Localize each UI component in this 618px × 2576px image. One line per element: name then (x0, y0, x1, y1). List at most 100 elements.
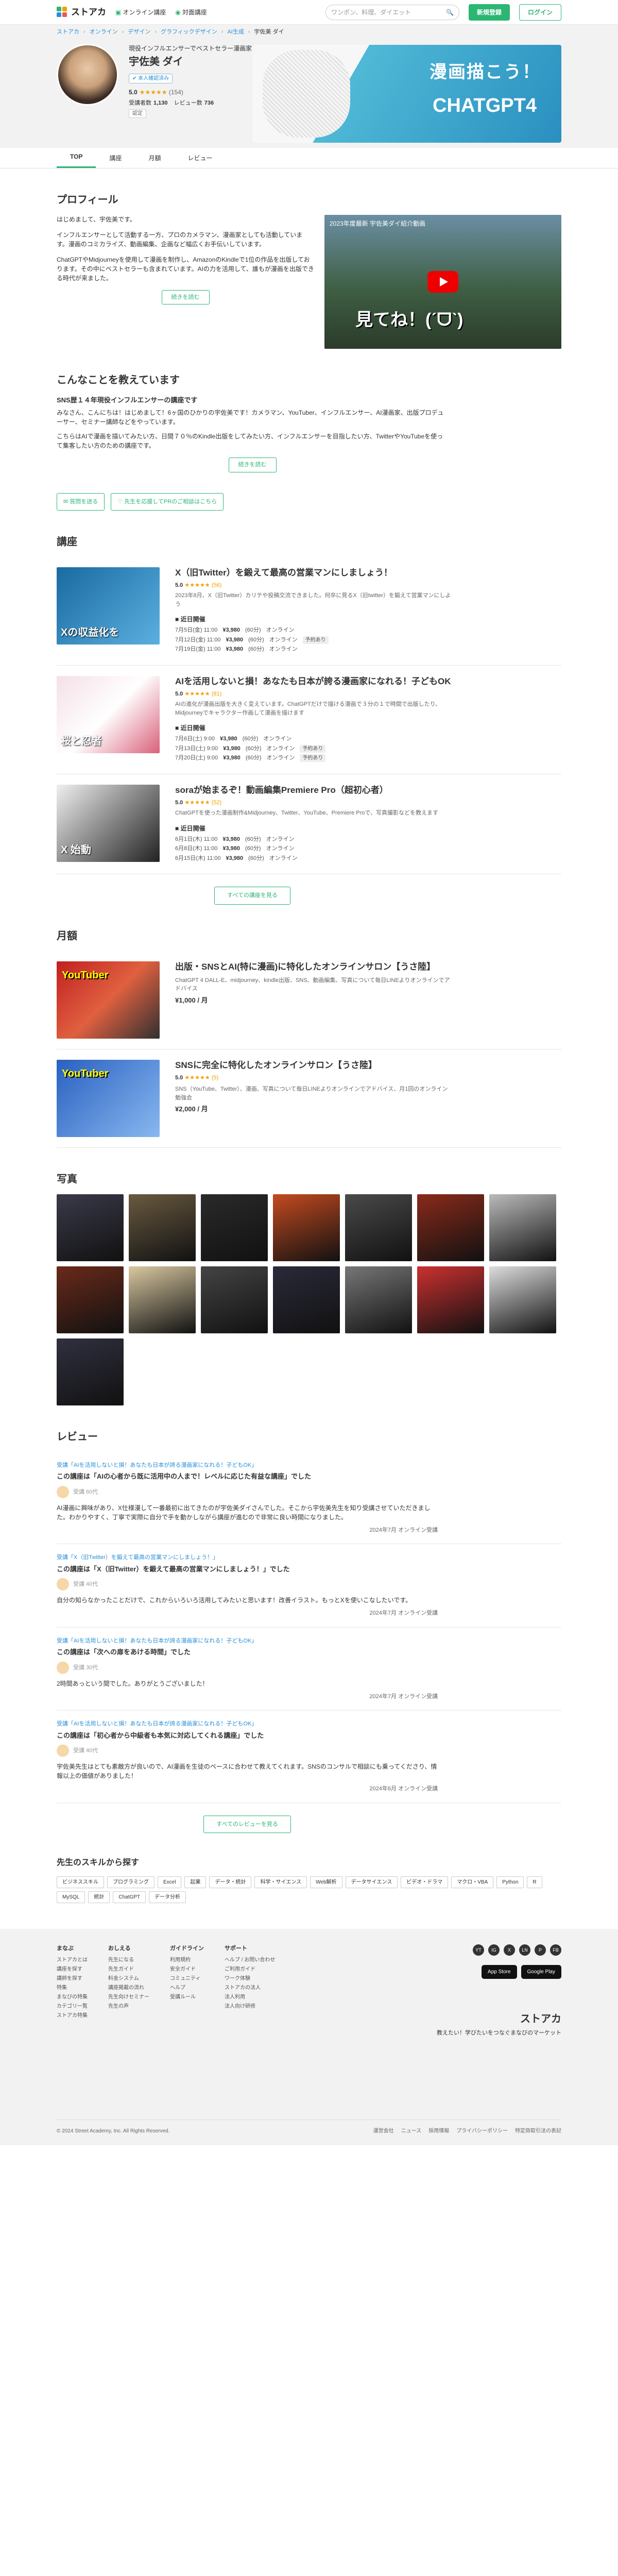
footer-link[interactable]: カテゴリ一覧 (57, 2003, 88, 2010)
social-icon[interactable]: FB (550, 1944, 561, 1956)
gallery-photo[interactable] (417, 1194, 484, 1261)
gallery-photo[interactable] (273, 1194, 340, 1261)
gallery-photo[interactable] (129, 1266, 196, 1333)
teach-more-button[interactable]: 続きを読む (228, 457, 277, 472)
gallery-photo[interactable] (57, 1194, 124, 1261)
review-course-link[interactable]: 受講「AIを活用しないと損！あなたも日本が誇る漫画家になれる！子どもOK」 (57, 1461, 561, 1470)
footer-bottom-link[interactable]: 特定商取引法の表記 (515, 2127, 561, 2135)
footer-link[interactable]: 先生の声 (108, 2003, 149, 2010)
course-card[interactable]: X 始動 soraが始まるぞ！動画編集Premiere Pro（超初心者） 5.0 … (57, 774, 561, 875)
social-icon[interactable]: X (504, 1944, 515, 1956)
skill-tag[interactable]: ChatGPT (113, 1891, 146, 1904)
footer-bottom-link[interactable]: ニュース (401, 2127, 422, 2135)
all-reviews-button[interactable]: すべてのレビューを見る (203, 1815, 291, 1834)
monthly-card[interactable]: YouTuber 出版・SNSとAI(特に漫画)に特化したオンラインサロン【うさ陸… (57, 951, 561, 1049)
signup-button[interactable]: 新規登録 (468, 4, 510, 21)
gallery-photo[interactable] (201, 1266, 268, 1333)
skill-tag[interactable]: Web解析 (310, 1876, 342, 1889)
skill-tag[interactable]: 科学・サイエンス (254, 1876, 307, 1889)
skill-tag[interactable]: Excel (158, 1876, 182, 1889)
search-icon[interactable]: 🔍 (446, 8, 454, 17)
course-card[interactable]: 桜と忍者 AIを活用しないと損！あなたも日本が誇る漫画家になれる！子どもOK 5.0… (57, 666, 561, 774)
skill-tag[interactable]: マクロ・VBA (451, 1876, 494, 1889)
support-teacher-button[interactable]: ♡ 先生を応援してPRのご相談はこちら (111, 493, 224, 511)
skill-tag[interactable]: 起業 (184, 1876, 207, 1889)
gallery-photo[interactable] (345, 1194, 412, 1261)
schedule-row[interactable]: 7月12日(金) 11:00 ¥3,980 (60分) オンライン 予約あり (175, 636, 556, 645)
ask-question-button[interactable]: ✉ 質問を送る (57, 493, 105, 511)
monthly-title[interactable]: 出版・SNSとAI(特に漫画)に特化したオンラインサロン【うさ陸】 (175, 961, 453, 973)
footer-link[interactable]: ご利用ガイド (225, 1965, 275, 1973)
gallery-photo[interactable] (417, 1266, 484, 1333)
skill-tag[interactable]: ビジネススキル (57, 1876, 104, 1889)
footer-bottom-link[interactable]: プライバシーポリシー (456, 2127, 508, 2135)
nav-offline[interactable]: ◉ 対面講座 (175, 8, 207, 17)
gallery-photo[interactable] (273, 1266, 340, 1333)
footer-link[interactable]: 法人利用 (225, 1993, 275, 2001)
social-icon[interactable]: IG (488, 1944, 500, 1956)
footer-link[interactable]: ヘルプ / お問い合わせ (225, 1956, 275, 1964)
tab-top[interactable]: TOP (57, 152, 96, 168)
gallery-photo[interactable] (489, 1266, 556, 1333)
footer-bottom-link[interactable]: 採用情報 (428, 2127, 449, 2135)
skill-tag[interactable]: R (527, 1876, 542, 1889)
promo-banner[interactable]: 漫画描こう！ CHATGPT4 (252, 44, 561, 143)
google-play-badge[interactable]: Google Play (521, 1965, 561, 1979)
gallery-photo[interactable] (57, 1266, 124, 1333)
footer-bottom-link[interactable]: 運営会社 (373, 2127, 394, 2135)
search-input[interactable]: ワンポン、料理、ダイエット 🔍 (325, 4, 459, 20)
footer-link[interactable]: ワーク体験 (225, 1975, 275, 1982)
breadcrumb-item[interactable]: グラフィックデザイン (161, 28, 217, 37)
schedule-row[interactable]: 7月5日(金) 11:00 ¥3,980 (60分) オンライン (175, 626, 556, 635)
review-course-link[interactable]: 受講「X（旧Twitter）を鍛えて最高の営業マンにしましょう！」 (57, 1553, 561, 1562)
footer-link[interactable]: 先生向けセミナー (108, 1993, 149, 2001)
schedule-row[interactable]: 7月13日(土) 9:00 ¥3,980 (60分) オンライン 予約あり (175, 744, 556, 753)
skill-tag[interactable]: MySQL (57, 1891, 85, 1904)
course-title[interactable]: X（旧Twitter）を鍛えて最高の営業マンにしましょう！ (175, 567, 453, 579)
nav-online[interactable]: ▣ オンライン講座 (115, 8, 166, 17)
footer-link[interactable]: まなびの特集 (57, 1993, 88, 2001)
course-title[interactable]: soraが始まるぞ！動画編集Premiere Pro（超初心者） (175, 785, 453, 796)
schedule-row[interactable]: 7月19日(金) 11:00 ¥3,980 (60分) オンライン (175, 645, 556, 654)
schedule-row[interactable]: 6月1日(木) 11:00 ¥3,980 (60分) オンライン (175, 835, 556, 844)
footer-link[interactable]: 講座掲載の流れ (108, 1984, 149, 1992)
gallery-photo[interactable] (489, 1194, 556, 1261)
footer-link[interactable]: 講師を探す (57, 1975, 88, 1982)
play-icon[interactable] (427, 270, 458, 293)
review-course-link[interactable]: 受講「AIを活用しないと損！あなたも日本が誇る漫画家になれる！子どもOK」 (57, 1720, 561, 1728)
monthly-card[interactable]: YouTuber SNSに完全に特化したオンラインサロン【うさ陸】 5.0 ★★★★… (57, 1049, 561, 1148)
monthly-title[interactable]: SNSに完全に特化したオンラインサロン【うさ陸】 (175, 1060, 453, 1072)
site-logo[interactable]: ストアカ (57, 6, 106, 19)
tab-courses[interactable]: 講座 (96, 154, 135, 168)
footer-link[interactable]: 利用規約 (170, 1956, 204, 1964)
footer-link[interactable]: 法人向け研修 (225, 2003, 275, 2010)
breadcrumb-item[interactable]: ストアカ (57, 28, 79, 37)
social-icon[interactable]: LN (519, 1944, 530, 1956)
intro-video[interactable]: 2023年度最新 宇佐美ダイ紹介動画 見てね！(ˊᗜˋ) (324, 214, 561, 349)
breadcrumb-item[interactable]: オンライン (90, 28, 118, 37)
footer-link[interactable]: 先生ガイド (108, 1965, 149, 1973)
social-icon[interactable]: P (535, 1944, 546, 1956)
app-store-badge[interactable]: App Store (482, 1965, 517, 1979)
footer-link[interactable]: ストアカとは (57, 1956, 88, 1964)
gallery-photo[interactable] (57, 1338, 124, 1405)
schedule-row[interactable]: 7月6日(土) 9:00 ¥3,980 (60分) オンライン (175, 735, 556, 743)
skill-tag[interactable]: Python (496, 1876, 524, 1889)
footer-link[interactable]: 受講ルール (170, 1993, 204, 2001)
footer-link[interactable]: 講座を探す (57, 1965, 88, 1973)
footer-link[interactable]: 特集 (57, 1984, 88, 1992)
profile-more-button[interactable]: 続きを読む (161, 290, 210, 304)
social-icon[interactable]: YT (473, 1944, 484, 1956)
review-course-link[interactable]: 受講「AIを活用しないと損！あなたも日本が誇る漫画家になれる！子どもOK」 (57, 1637, 561, 1646)
skill-tag[interactable]: 統計 (88, 1891, 110, 1904)
footer-link[interactable]: 安全ガイド (170, 1965, 204, 1973)
footer-link[interactable]: ストアカ特集 (57, 2012, 88, 2020)
schedule-row[interactable]: 6月8日(木) 11:00 ¥3,980 (60分) オンライン (175, 844, 556, 853)
course-title[interactable]: AIを活用しないと損！あなたも日本が誇る漫画家になれる！子どもOK (175, 676, 453, 688)
skill-tag[interactable]: プログラミング (107, 1876, 154, 1889)
skill-tag[interactable]: ビデオ・ドラマ (401, 1876, 449, 1889)
footer-link[interactable]: 料金システム (108, 1975, 149, 1982)
skill-tag[interactable]: データ分析 (149, 1891, 186, 1904)
login-button[interactable]: ログイン (519, 4, 561, 21)
breadcrumb-item[interactable]: AI生成 (227, 28, 244, 37)
